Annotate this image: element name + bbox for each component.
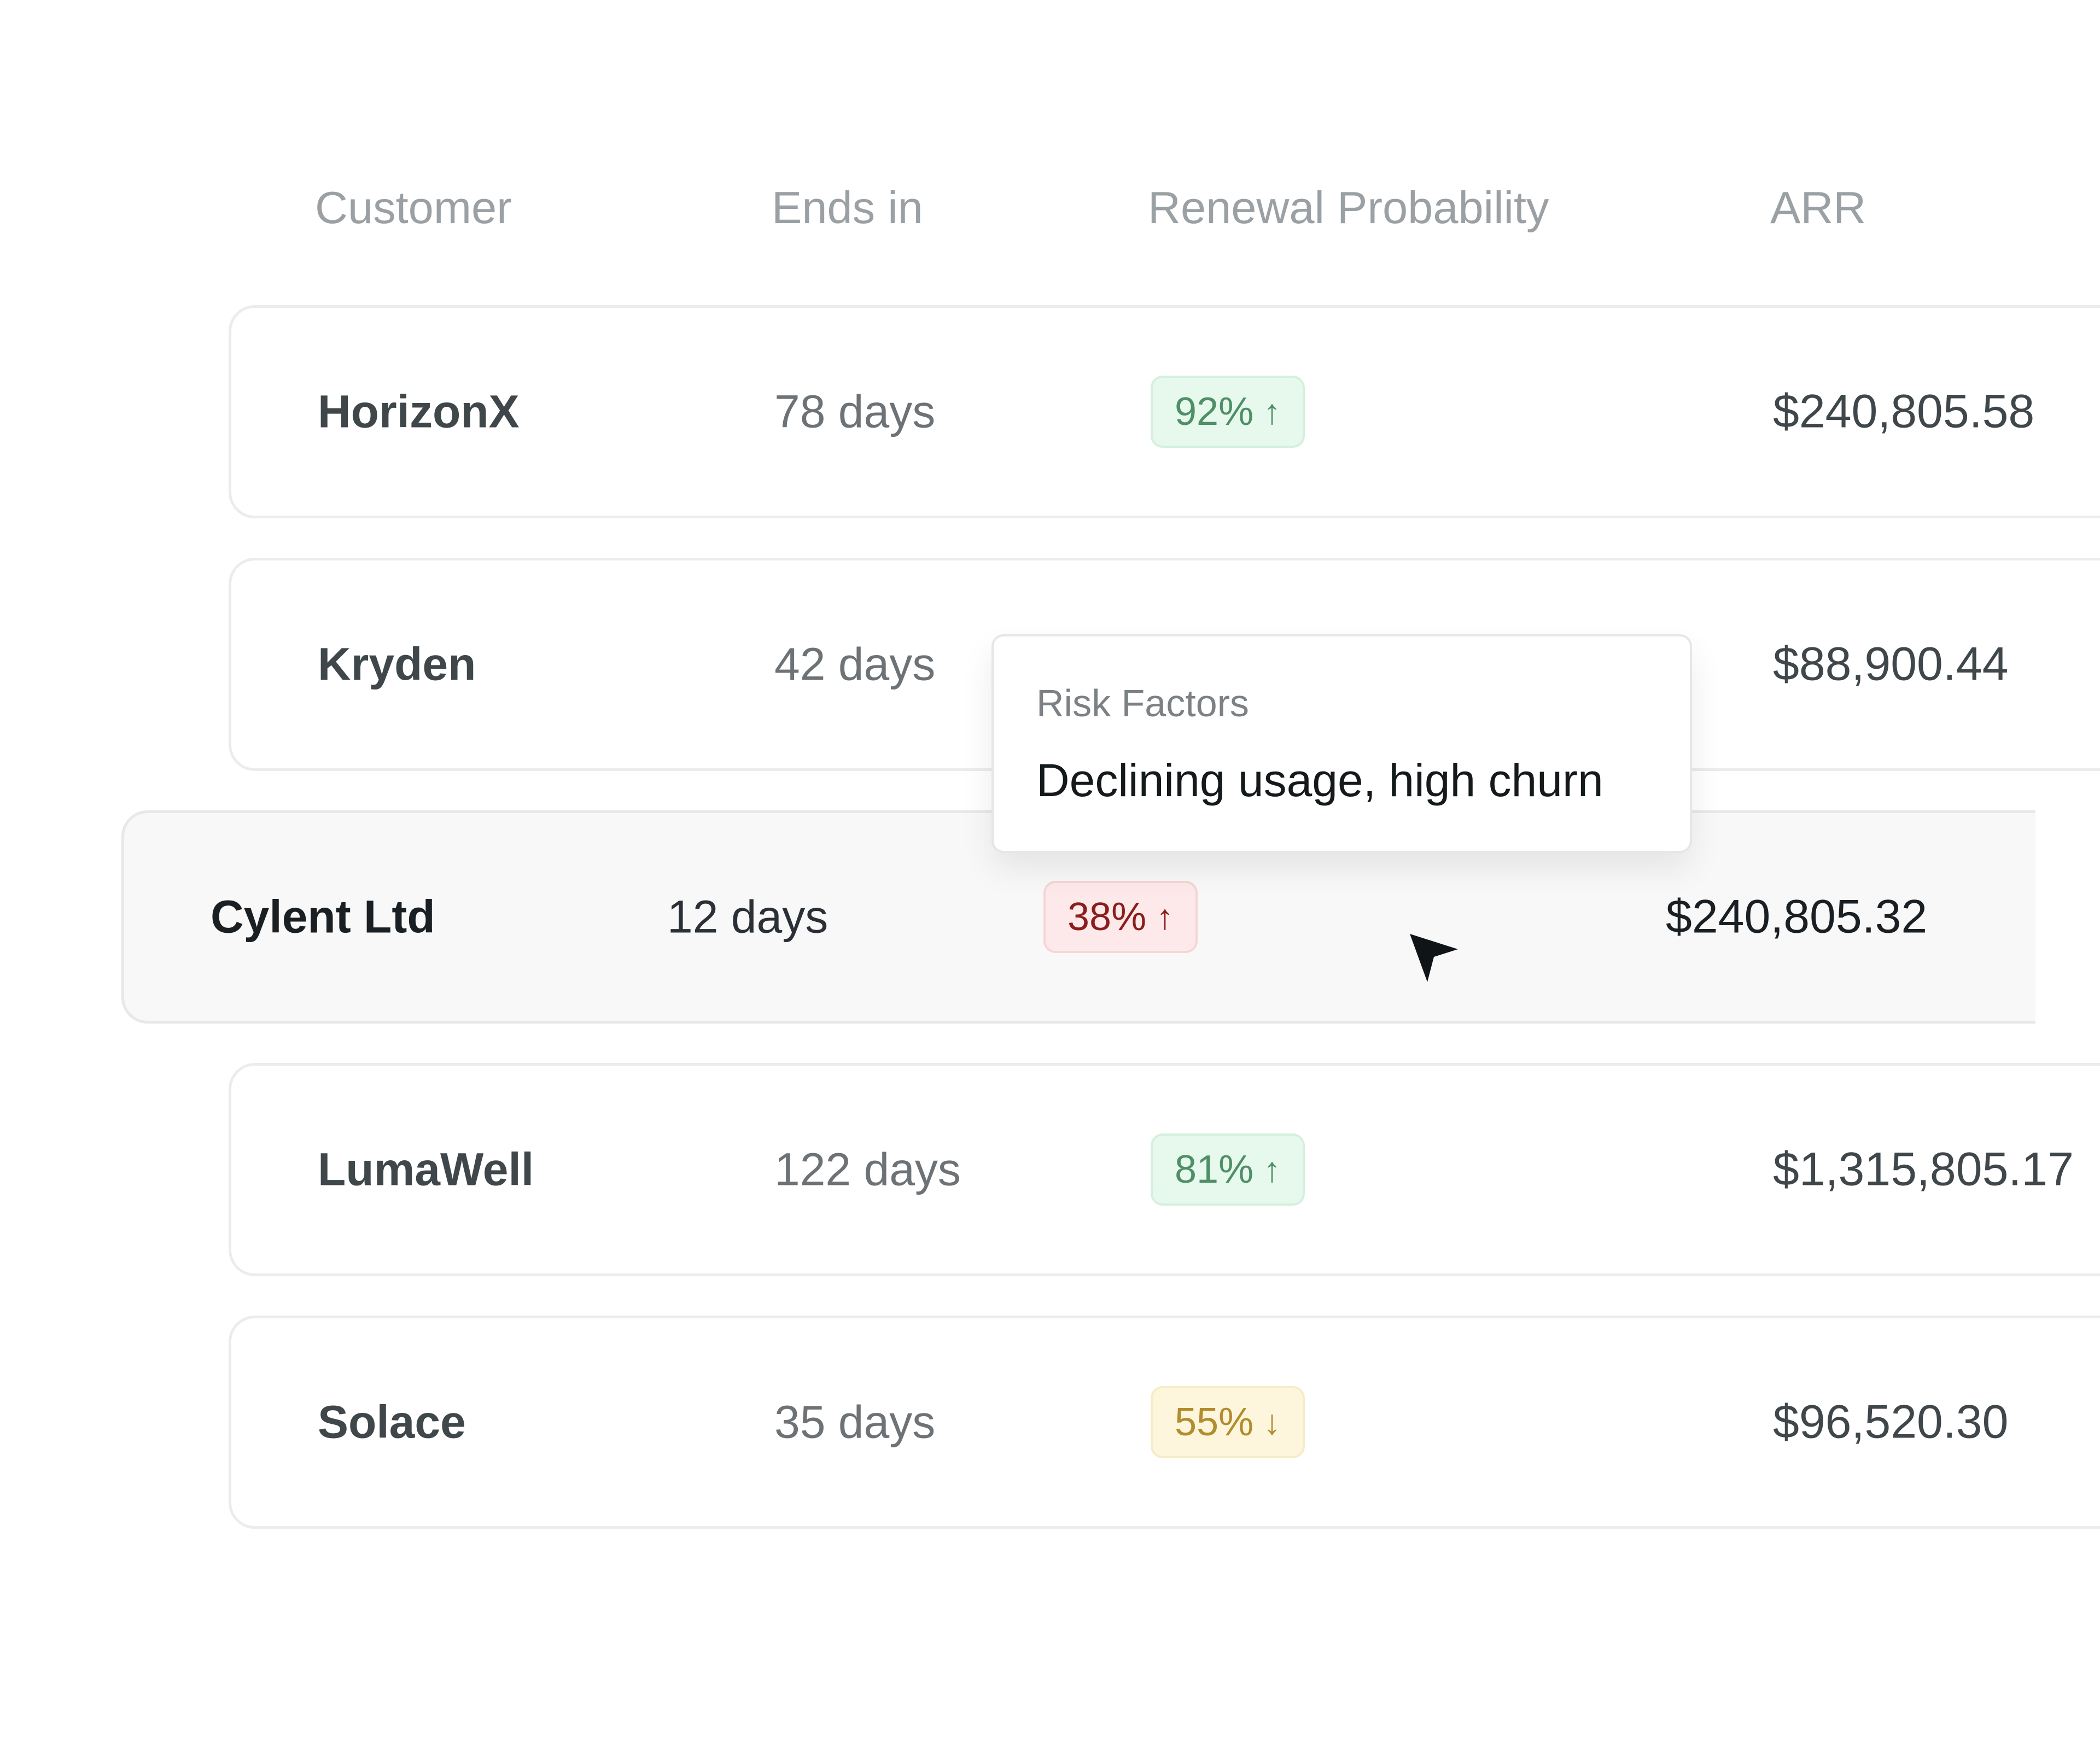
customer-name: LumaWell	[318, 1143, 534, 1195]
arr-value: $1,315,805.17	[1773, 1143, 2074, 1196]
probability-value: 38%	[1068, 895, 1147, 939]
arr-value: $240,805.58	[1773, 385, 2035, 438]
customer-name: Solace	[318, 1396, 466, 1448]
arrow-up-icon: ↑	[1156, 897, 1174, 937]
column-header-ends-in[interactable]: Ends in	[772, 180, 923, 235]
arr-value: $96,520.30	[1773, 1395, 2009, 1448]
probability-badge[interactable]: 81% ↑	[1151, 1133, 1305, 1206]
ends-in-value: 42 days	[774, 638, 936, 690]
arr-value: $240,805.32	[1666, 890, 1928, 943]
column-header-arr[interactable]: ARR	[1770, 180, 1866, 235]
tooltip-body: Declining usage, high churn	[1036, 755, 1603, 806]
arrow-up-icon: ↑	[1263, 1150, 1281, 1189]
column-header-customer[interactable]: Customer	[315, 180, 512, 235]
table-row[interactable]: HorizonX 78 days 92% ↑ $240,805.58	[229, 305, 2100, 518]
ends-in-value: 35 days	[774, 1396, 936, 1448]
arrow-down-icon: ↓	[1263, 1402, 1281, 1442]
probability-value: 81%	[1175, 1148, 1254, 1191]
arr-value: $88,900.44	[1773, 638, 2009, 691]
customer-name: Cylent Ltd	[211, 891, 435, 943]
arrow-up-icon: ↑	[1263, 392, 1281, 431]
risk-factors-tooltip: Risk Factors Declining usage, high churn	[991, 634, 1692, 853]
table-row[interactable]: Solace 35 days 55% ↓ $96,520.30	[229, 1316, 2100, 1529]
renewals-table-page: Customer Ends in Renewal Probability ARR…	[0, 0, 2100, 1759]
probability-value: 55%	[1175, 1400, 1254, 1444]
ends-in-value: 12 days	[667, 891, 829, 943]
tooltip-title: Risk Factors	[1036, 682, 1249, 724]
cursor-arrow-icon	[1410, 934, 1458, 982]
customer-name: HorizonX	[318, 385, 520, 437]
probability-badge[interactable]: 55% ↓	[1151, 1386, 1305, 1458]
table-row[interactable]: LumaWell 122 days 81% ↑ $1,315,805.17	[229, 1063, 2100, 1276]
probability-value: 92%	[1175, 390, 1254, 434]
customer-name: Kryden	[318, 638, 476, 690]
ends-in-value: 78 days	[774, 385, 936, 437]
ends-in-value: 122 days	[774, 1143, 961, 1195]
column-header-renewal-probability[interactable]: Renewal Probability	[1148, 180, 1549, 235]
probability-badge[interactable]: 92% ↑	[1151, 376, 1305, 448]
probability-badge[interactable]: 38% ↑	[1043, 881, 1198, 953]
